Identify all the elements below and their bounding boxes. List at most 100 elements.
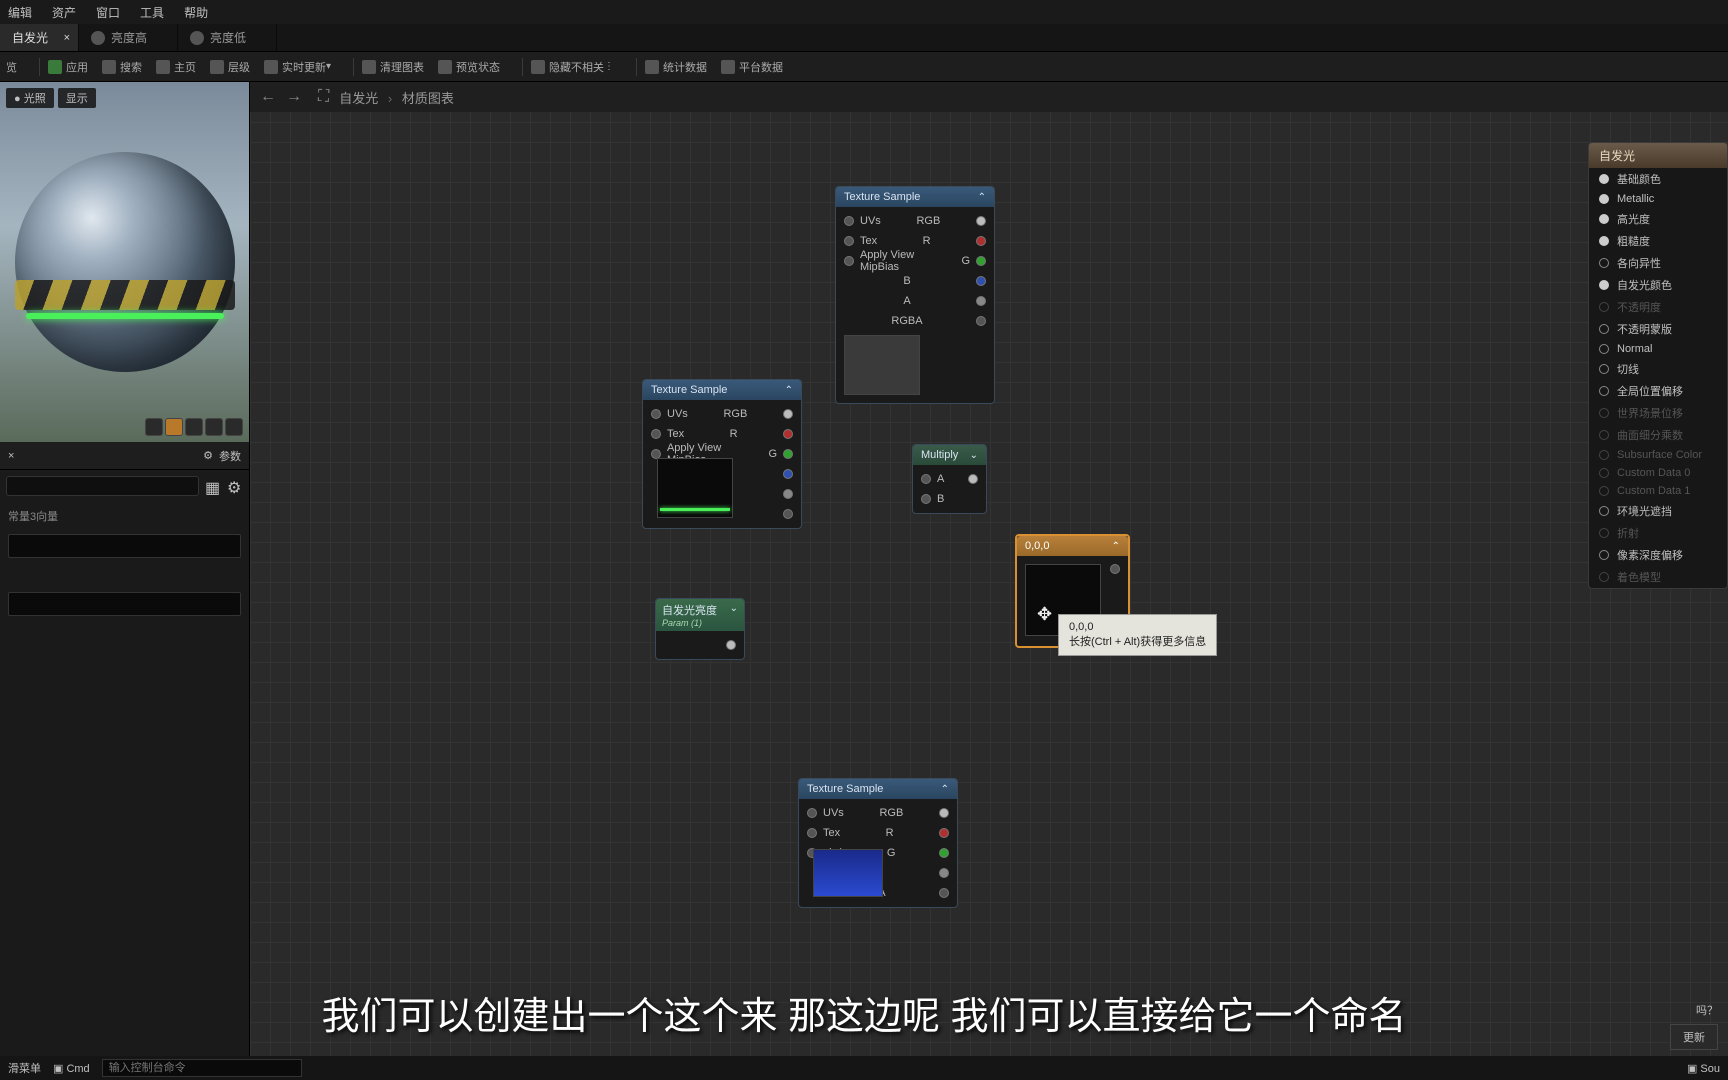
node-scalar-param[interactable]: 自发光亮度 Param (1) ⌄ bbox=[655, 598, 745, 660]
pin-ao[interactable] bbox=[1599, 506, 1609, 516]
pin-out-rgba[interactable] bbox=[783, 509, 793, 519]
param-slot-2[interactable] bbox=[8, 592, 241, 616]
graph-icon[interactable]: ⛶ bbox=[318, 88, 329, 106]
pin-in[interactable] bbox=[807, 808, 817, 818]
collapse-icon[interactable]: ⌄ bbox=[970, 450, 978, 461]
pin-in-a[interactable] bbox=[921, 474, 931, 484]
node-texture-sample-1[interactable]: Texture Sample⌃ UVsRGB TexR Apply View M… bbox=[835, 186, 995, 404]
pin-out-r[interactable] bbox=[976, 236, 986, 246]
tb-platdata[interactable]: 平台数据 bbox=[721, 59, 783, 75]
pin-pixdepth[interactable] bbox=[1599, 550, 1609, 560]
tb-preview[interactable]: 览 bbox=[6, 59, 17, 75]
node-texture-sample-3[interactable]: Texture Sample⌃ UVsRGB TexR ply \G A RGB… bbox=[798, 778, 958, 908]
update-button[interactable]: 更新 bbox=[1670, 1024, 1718, 1050]
menu-tool[interactable]: 工具 bbox=[140, 4, 164, 21]
tb-stats[interactable]: 统计数据 bbox=[645, 59, 707, 75]
pin-out-rgba[interactable] bbox=[976, 316, 986, 326]
pin-out-g[interactable] bbox=[783, 449, 793, 459]
pin-out[interactable] bbox=[726, 640, 736, 650]
pin-emissive[interactable] bbox=[1599, 280, 1609, 290]
pin-out-a[interactable] bbox=[939, 868, 949, 878]
pin-in[interactable] bbox=[844, 256, 854, 266]
pin-base[interactable] bbox=[1599, 174, 1609, 184]
pin-out-a[interactable] bbox=[976, 296, 986, 306]
nav-back[interactable]: ← bbox=[260, 88, 276, 106]
collapse-icon[interactable]: ⌃ bbox=[1112, 541, 1120, 552]
gear-icon[interactable]: ⚙ bbox=[227, 478, 243, 494]
pin-in[interactable] bbox=[651, 429, 661, 439]
cmd-label: ▣ Cmd bbox=[53, 1062, 90, 1075]
collapse-icon[interactable]: ⌄ bbox=[730, 603, 738, 614]
pin-out-b[interactable] bbox=[976, 276, 986, 286]
pin-out[interactable] bbox=[968, 474, 978, 484]
crumb-2[interactable]: 材质图表 bbox=[402, 91, 454, 106]
pin-out-g[interactable] bbox=[976, 256, 986, 266]
material-result-node[interactable]: 自发光 基础颜色 Metallic 高光度 粗糙度 各向异性 自发光颜色 不透明… bbox=[1588, 142, 1728, 589]
pin-in[interactable] bbox=[844, 216, 854, 226]
pin-out-rgb[interactable] bbox=[783, 409, 793, 419]
slide-menu[interactable]: 滑菜单 bbox=[8, 1060, 41, 1076]
console-input[interactable] bbox=[102, 1059, 302, 1077]
tb-apply[interactable]: 应用 bbox=[48, 59, 88, 75]
grid-icon[interactable]: ▦ bbox=[205, 478, 221, 494]
tab-bright-low[interactable]: 亮度低 bbox=[178, 24, 277, 51]
tab-bright-high[interactable]: 亮度高 bbox=[79, 24, 178, 51]
pin-in[interactable] bbox=[807, 828, 817, 838]
crumb-1[interactable]: 自发光 bbox=[339, 91, 378, 106]
vp-shape-cube[interactable] bbox=[205, 418, 223, 436]
pin-aniso[interactable] bbox=[1599, 258, 1609, 268]
menu-edit[interactable]: 编辑 bbox=[8, 4, 32, 21]
pin-out-b[interactable] bbox=[783, 469, 793, 479]
pin-in[interactable] bbox=[651, 409, 661, 419]
menu-asset[interactable]: 资产 bbox=[52, 4, 76, 21]
collapse-icon[interactable]: ⌃ bbox=[941, 784, 949, 795]
tab-emissive[interactable]: 自发光 × bbox=[0, 24, 79, 51]
pin-out-a[interactable] bbox=[783, 489, 793, 499]
pin-rough[interactable] bbox=[1599, 236, 1609, 246]
pin-in[interactable] bbox=[844, 236, 854, 246]
preview-viewport[interactable]: ● 光照 显示 bbox=[0, 82, 249, 442]
collapse-icon[interactable]: ⌃ bbox=[978, 192, 986, 203]
tb-prevstate[interactable]: 预览状态 bbox=[438, 59, 500, 75]
vp-shape-cylinder[interactable] bbox=[145, 418, 163, 436]
source-label[interactable]: ▣ Sou bbox=[1687, 1062, 1720, 1075]
pin-out-rgb[interactable] bbox=[976, 216, 986, 226]
pin-in-b[interactable] bbox=[921, 494, 931, 504]
params-search[interactable] bbox=[6, 476, 199, 496]
tb-home[interactable]: 主页 bbox=[156, 59, 196, 75]
pin-out-rgb[interactable] bbox=[939, 808, 949, 818]
vp-shape-custom[interactable] bbox=[225, 418, 243, 436]
pin-worldpos[interactable] bbox=[1599, 386, 1609, 396]
pin-tangent[interactable] bbox=[1599, 364, 1609, 374]
vp-display[interactable]: 显示 bbox=[58, 88, 96, 108]
pin-mask[interactable] bbox=[1599, 324, 1609, 334]
vp-shape-plane[interactable] bbox=[185, 418, 203, 436]
vp-shape-sphere[interactable] bbox=[165, 418, 183, 436]
pin-metallic[interactable] bbox=[1599, 194, 1609, 204]
tb-live[interactable]: 实时更新▾ bbox=[264, 59, 331, 75]
vp-lighting[interactable]: ● 光照 bbox=[6, 88, 54, 108]
tb-search[interactable]: 搜索 bbox=[102, 59, 142, 75]
material-graph[interactable]: ← → ⛶ 自发光 › 材质图表 Texture Sample⌃ bbox=[250, 82, 1728, 1056]
tb-level[interactable]: 层级 bbox=[210, 59, 250, 75]
tab-label: 亮度高 bbox=[111, 29, 147, 46]
close-icon[interactable]: × bbox=[64, 32, 70, 44]
settings-icon[interactable]: ⚙ bbox=[203, 449, 213, 462]
node-multiply[interactable]: Multiply⌄ A B bbox=[912, 444, 987, 514]
node-texture-sample-2[interactable]: Texture Sample⌃ UVsRGB TexR Apply View M… bbox=[642, 379, 802, 529]
collapse-icon[interactable]: ⌃ bbox=[785, 385, 793, 396]
tb-clean[interactable]: 清理图表 bbox=[362, 59, 424, 75]
menu-window[interactable]: 窗口 bbox=[96, 4, 120, 21]
pin-out-r[interactable] bbox=[783, 429, 793, 439]
nav-fwd[interactable]: → bbox=[286, 88, 302, 106]
pin-specular[interactable] bbox=[1599, 214, 1609, 224]
param-slot-1[interactable] bbox=[8, 534, 241, 558]
tb-hide[interactable]: 隐藏不相关 ⋮ bbox=[531, 59, 614, 75]
pin-out-rgba[interactable] bbox=[939, 888, 949, 898]
pin-out[interactable] bbox=[1110, 564, 1120, 574]
menu-help[interactable]: 帮助 bbox=[184, 4, 208, 21]
pin-out-g[interactable] bbox=[939, 848, 949, 858]
pin-normal[interactable] bbox=[1599, 344, 1609, 354]
pin-out-r[interactable] bbox=[939, 828, 949, 838]
pin-cd0 bbox=[1599, 468, 1609, 478]
